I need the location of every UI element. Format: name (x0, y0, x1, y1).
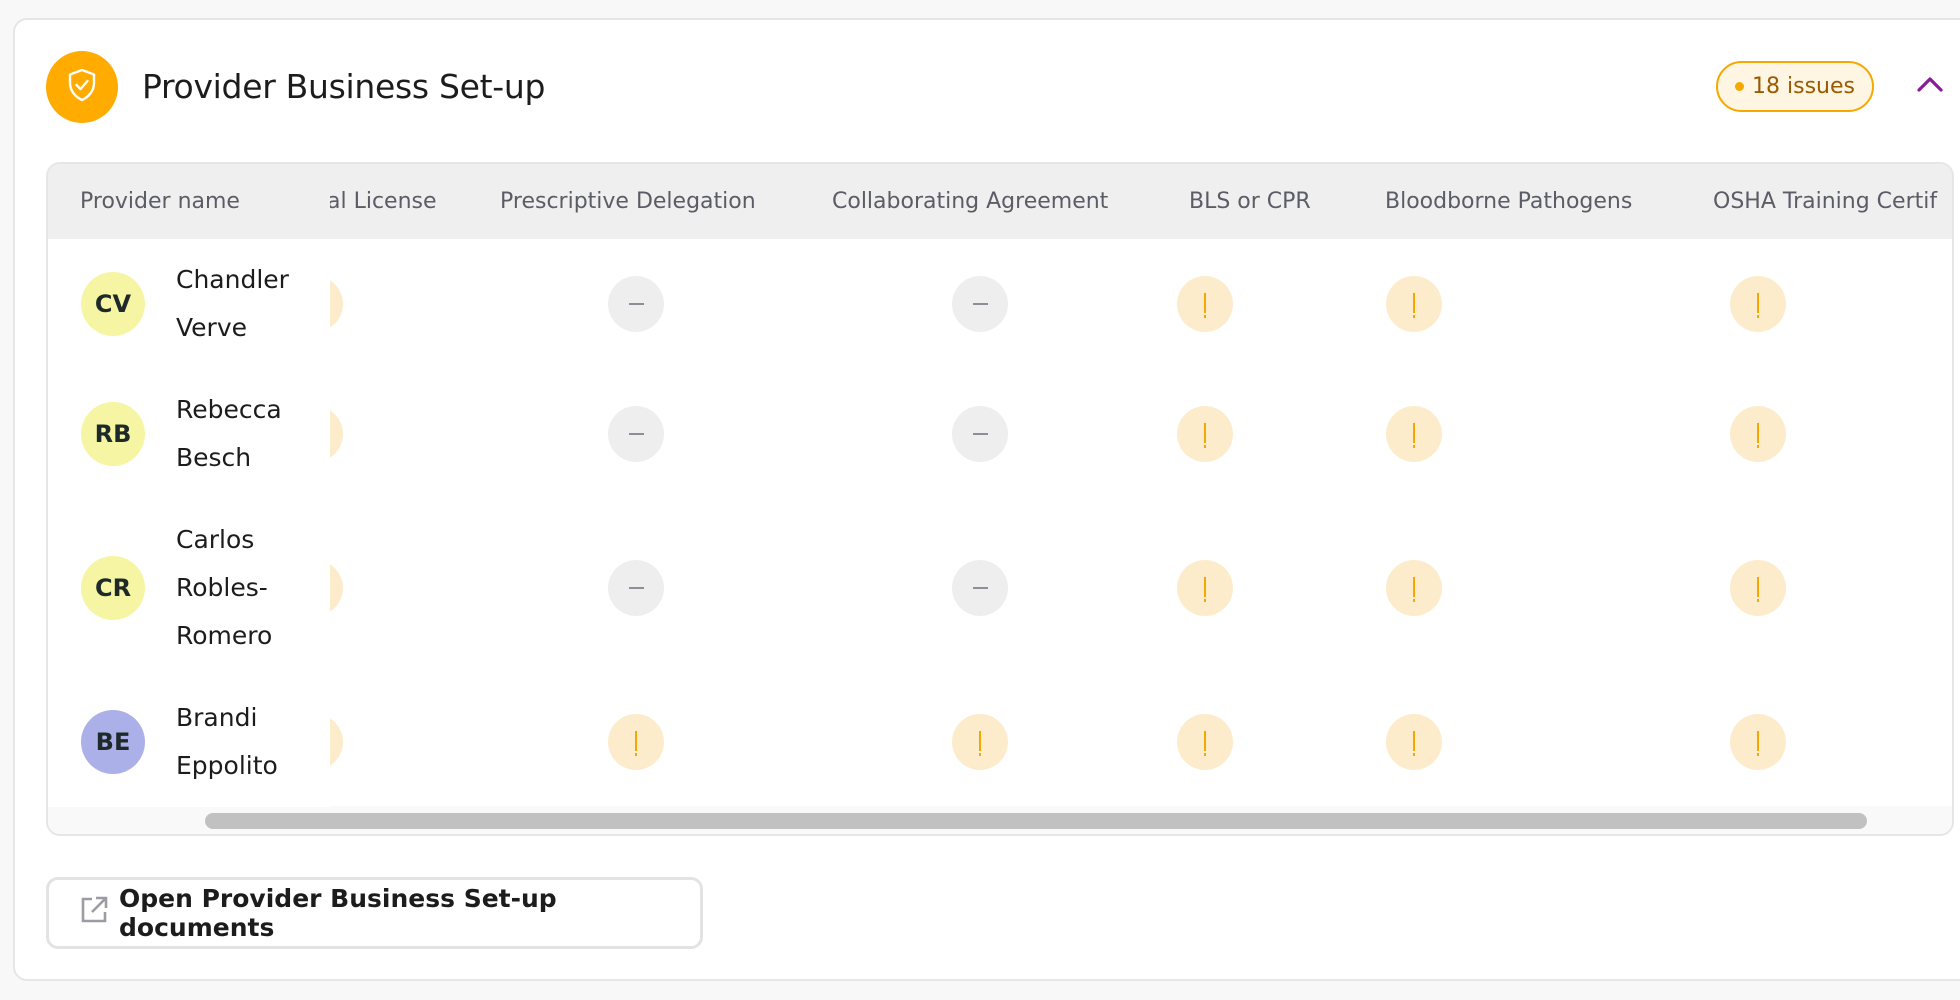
table-header: al License Prescriptive Delegation Colla… (48, 164, 1952, 241)
sticky-header-cell: Provider name (48, 164, 330, 239)
provider-name: Carlos Robles-Romero (176, 525, 273, 650)
column-header-osha-training: OSHA Training Certif (1713, 189, 1938, 214)
warning-status-icon[interactable] (952, 714, 1008, 770)
warning-status-icon[interactable] (1386, 276, 1442, 332)
warning-status-icon[interactable] (1177, 560, 1233, 616)
warning-status-icon[interactable] (1730, 714, 1786, 770)
column-header-bls-cpr: BLS or CPR (1189, 189, 1311, 214)
provider-cell: RB Rebecca Besch (48, 369, 330, 499)
horizontal-scrollbar[interactable] (48, 806, 1952, 834)
not-applicable-status-icon[interactable] (952, 406, 1008, 462)
warning-status-icon[interactable] (1386, 406, 1442, 462)
issues-badge: 18 issues (1716, 61, 1874, 112)
section-title: Provider Business Set-up (142, 67, 546, 106)
not-applicable-status-icon[interactable] (952, 560, 1008, 616)
warning-status-icon[interactable] (608, 714, 664, 770)
not-applicable-status-icon[interactable] (608, 276, 664, 332)
provider-name: Chandler Verve (176, 265, 289, 342)
status-dot-icon (1735, 82, 1745, 91)
collapse-button[interactable] (1914, 72, 1946, 100)
scrollbar-thumb[interactable] (205, 813, 1867, 829)
warning-status-icon[interactable] (1730, 406, 1786, 462)
not-applicable-status-icon[interactable] (952, 276, 1008, 332)
external-link-icon (79, 895, 109, 931)
open-documents-button[interactable]: Open Provider Business Set-up documents (46, 877, 703, 949)
warning-status-icon[interactable] (1177, 406, 1233, 462)
open-documents-label: Open Provider Business Set-up documents (119, 884, 557, 942)
provider-name: Brandi Eppolito (176, 703, 278, 780)
providers-table: al License Prescriptive Delegation Colla… (46, 162, 1954, 836)
shield-check-icon (66, 68, 98, 106)
chevron-up-icon (1916, 75, 1944, 97)
warning-status-icon[interactable] (1177, 276, 1233, 332)
not-applicable-status-icon[interactable] (608, 406, 664, 462)
warning-status-icon[interactable] (1730, 560, 1786, 616)
provider-cell: BE Brandi Eppolito (48, 677, 330, 807)
section-icon (46, 51, 118, 123)
column-header-prescriptive-delegation: Prescriptive Delegation (500, 189, 756, 214)
warning-status-icon[interactable] (1730, 276, 1786, 332)
column-header-bloodborne-pathogens: Bloodborne Pathogens (1385, 189, 1633, 214)
avatar: CR (81, 556, 145, 620)
avatar: RB (81, 402, 145, 466)
issues-count: 18 issues (1752, 74, 1855, 99)
table-row[interactable]: CR Carlos Robles-Romero (48, 499, 1952, 679)
avatar: BE (81, 710, 145, 774)
table-row[interactable]: BE Brandi Eppolito (48, 677, 1952, 809)
provider-name: Rebecca Besch (176, 395, 282, 472)
warning-status-icon[interactable] (1177, 714, 1233, 770)
warning-status-icon[interactable] (1386, 714, 1442, 770)
provider-cell: CV Chandler Verve (48, 239, 330, 369)
not-applicable-status-icon[interactable] (608, 560, 664, 616)
avatar: CV (81, 272, 145, 336)
warning-status-icon[interactable] (1386, 560, 1442, 616)
table-row[interactable]: CV Chandler Verve (48, 239, 1952, 371)
column-header-license: al License (327, 189, 437, 214)
column-header-provider-name: Provider name (80, 189, 240, 214)
column-header-collaborating-agreement: Collaborating Agreement (832, 189, 1109, 214)
table-row[interactable]: RB Rebecca Besch (48, 369, 1952, 501)
provider-cell: CR Carlos Robles-Romero (48, 499, 330, 677)
